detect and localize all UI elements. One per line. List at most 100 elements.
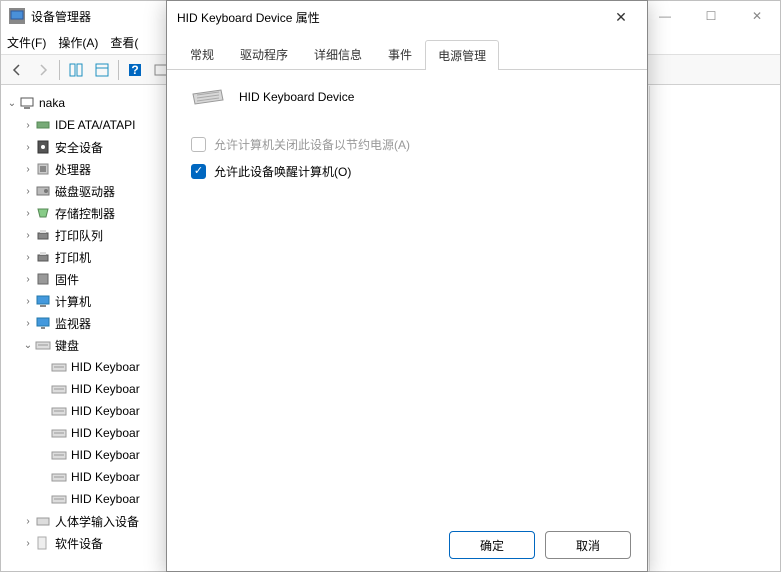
tree-leaf[interactable]: HID Keyboar xyxy=(1,400,167,422)
right-panel xyxy=(649,86,780,571)
tree-node-label: 打印机 xyxy=(55,249,91,266)
keyboard-icon xyxy=(51,447,67,463)
tree-node[interactable]: ›人体学输入设备 xyxy=(1,510,167,532)
tree-node[interactable]: ⌄ 键盘 xyxy=(1,334,167,356)
expander-icon[interactable]: › xyxy=(21,164,35,175)
expander-icon[interactable]: › xyxy=(21,252,35,263)
tree-leaf[interactable]: HID Keyboar xyxy=(1,444,167,466)
dialog-footer: 确定 取消 xyxy=(167,519,647,571)
expander-icon[interactable]: › xyxy=(21,538,35,549)
tree-node-label: 磁盘驱动器 xyxy=(55,183,115,200)
dialog-close-button[interactable]: ✕ xyxy=(605,1,637,33)
tree-node[interactable]: › 计算机 xyxy=(1,290,167,312)
keyboard-icon xyxy=(35,337,51,353)
expander-icon[interactable]: › xyxy=(21,230,35,241)
tree-leaf-label: HID Keyboar xyxy=(71,448,140,462)
help-button[interactable]: ? xyxy=(123,58,147,82)
keyboard-icon xyxy=(51,425,67,441)
tree-node[interactable]: › 磁盘驱动器 xyxy=(1,180,167,202)
toolbar-btn-1[interactable] xyxy=(64,58,88,82)
tree-node-label: 软件设备 xyxy=(55,535,103,552)
tree-node[interactable]: › 安全设备 xyxy=(1,136,167,158)
tab-driver[interactable]: 驱动程序 xyxy=(227,39,301,69)
properties-dialog: HID Keyboard Device 属性 ✕ 常规 驱动程序 详细信息 事件… xyxy=(166,0,648,572)
hid-icon xyxy=(35,513,51,529)
device-name: HID Keyboard Device xyxy=(239,90,354,104)
svg-text:?: ? xyxy=(131,63,138,77)
toolbar-separator xyxy=(118,60,119,80)
monitor-icon xyxy=(35,315,51,331)
tree-node[interactable]: › 处理器 xyxy=(1,158,167,180)
tree-leaf[interactable]: HID Keyboar xyxy=(1,378,167,400)
tree-root[interactable]: ⌄ naka xyxy=(1,92,167,114)
checkbox-allow-wake[interactable]: 允许此设备唤醒计算机(O) xyxy=(191,163,629,180)
keyboard-icon xyxy=(51,469,67,485)
expander-icon[interactable]: › xyxy=(21,318,35,329)
keyboard-icon xyxy=(191,86,225,108)
tree-node[interactable]: ›存储控制器 xyxy=(1,202,167,224)
tree-leaf-label: HID Keyboar xyxy=(71,382,140,396)
tree-node[interactable]: › 监视器 xyxy=(1,312,167,334)
checkbox-label: 允许计算机关闭此设备以节约电源(A) xyxy=(214,136,410,153)
keyboard-icon xyxy=(51,491,67,507)
back-button[interactable] xyxy=(5,58,29,82)
storage-icon xyxy=(35,205,51,221)
tab-power-management[interactable]: 电源管理 xyxy=(425,40,499,70)
device-tree[interactable]: ⌄ naka › IDE ATA/ATAPI › 安全设备 › 处理器 › 磁盘驱动器 ›存储控… xyxy=(1,86,167,571)
tree-node-label: 固件 xyxy=(55,271,79,288)
tree-node-label: 键盘 xyxy=(55,337,79,354)
toolbar-btn-2[interactable] xyxy=(90,58,114,82)
expander-icon[interactable]: › xyxy=(21,296,35,307)
tree-leaf[interactable]: HID Keyboar xyxy=(1,466,167,488)
tree-node-label: 监视器 xyxy=(55,315,91,332)
maximize-button[interactable]: ☐ xyxy=(688,1,734,31)
computer-icon xyxy=(35,293,51,309)
expander-icon[interactable]: ⌄ xyxy=(21,340,35,351)
keyboard-icon xyxy=(51,381,67,397)
tree-leaf-label: HID Keyboar xyxy=(71,470,140,484)
menu-file[interactable]: 文件(F) xyxy=(7,34,46,51)
tree-leaf[interactable]: HID Keyboar xyxy=(1,422,167,444)
tab-events[interactable]: 事件 xyxy=(375,39,425,69)
menu-view[interactable]: 查看( xyxy=(110,34,138,51)
tree-leaf[interactable]: HID Keyboar xyxy=(1,356,167,378)
forward-button[interactable] xyxy=(31,58,55,82)
expander-icon[interactable]: › xyxy=(21,274,35,285)
printer-icon xyxy=(35,227,51,243)
checkbox-icon xyxy=(191,137,206,152)
software-icon xyxy=(35,535,51,551)
tree-node[interactable]: › 固件 xyxy=(1,268,167,290)
tree-node[interactable]: › 打印机 xyxy=(1,246,167,268)
menu-action[interactable]: 操作(A) xyxy=(58,34,98,51)
security-icon xyxy=(35,139,51,155)
expander-icon[interactable]: › xyxy=(21,208,35,219)
tab-details[interactable]: 详细信息 xyxy=(301,39,375,69)
tree-leaf[interactable]: HID Keyboar xyxy=(1,488,167,510)
expander-icon[interactable]: ⌄ xyxy=(5,98,19,109)
checkbox-allow-power-off: 允许计算机关闭此设备以节约电源(A) xyxy=(191,136,629,153)
tree-node-label: 计算机 xyxy=(55,293,91,310)
checkbox-label: 允许此设备唤醒计算机(O) xyxy=(214,163,351,180)
cancel-button[interactable]: 取消 xyxy=(545,531,631,559)
dialog-body: HID Keyboard Device 允许计算机关闭此设备以节约电源(A) 允… xyxy=(167,70,647,519)
device-header: HID Keyboard Device xyxy=(191,86,629,108)
tree-node[interactable]: › IDE ATA/ATAPI xyxy=(1,114,167,136)
ok-button[interactable]: 确定 xyxy=(449,531,535,559)
tree-node-label: IDE ATA/ATAPI xyxy=(55,118,135,132)
expander-icon[interactable]: › xyxy=(21,186,35,197)
computer-icon xyxy=(19,95,35,111)
tree-node-label: 安全设备 xyxy=(55,139,103,156)
tree-node[interactable]: ›打印队列 xyxy=(1,224,167,246)
tree-node-label: 处理器 xyxy=(55,161,91,178)
main-window-buttons: — ☐ ✕ xyxy=(642,1,780,31)
keyboard-icon xyxy=(51,403,67,419)
expander-icon[interactable]: › xyxy=(21,120,35,131)
close-button[interactable]: ✕ xyxy=(734,1,780,31)
expander-icon[interactable]: › xyxy=(21,516,35,527)
minimize-button[interactable]: — xyxy=(642,1,688,31)
tree-node[interactable]: › 软件设备 xyxy=(1,532,167,554)
checkbox-icon[interactable] xyxy=(191,164,206,179)
tab-general[interactable]: 常规 xyxy=(177,39,227,69)
tree-root-label: naka xyxy=(39,96,65,110)
expander-icon[interactable]: › xyxy=(21,142,35,153)
